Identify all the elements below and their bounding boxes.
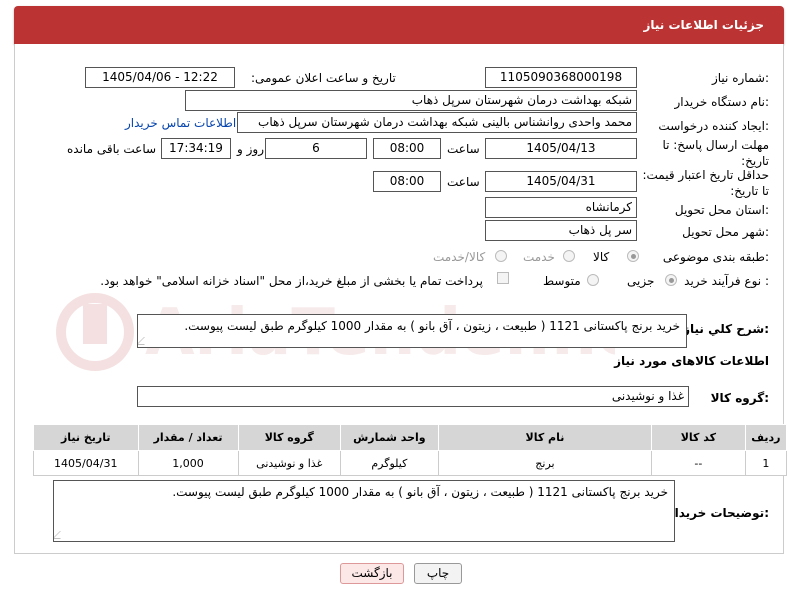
announce-field: 1405/04/06 - 12:22 — [85, 67, 235, 88]
treasury-payment-note: پرداخت تمام یا بخشی از مبلغ خرید،از محل … — [100, 274, 483, 288]
items-table-header: ردیف کد کالا نام کالا واحد شمارش گروه کا… — [33, 424, 788, 451]
goods-group-field: غذا و نوشیدنی — [137, 386, 689, 407]
details-panel: AriaTender.net شماره نیاز: 1105090368000… — [14, 44, 788, 554]
deadline-date-field: 1405/04/13 — [485, 138, 637, 159]
creator-field: محمد واحدی روانشناس بالینی شبکه بهداشت د… — [237, 112, 637, 133]
creator-label: ایجاد کننده درخواست: — [658, 119, 769, 133]
col-code: کد کالا — [651, 424, 746, 451]
city-field: سر پل ذهاب — [485, 220, 637, 241]
resize-grip-icon[interactable] — [138, 337, 152, 345]
remaining-time-word: ساعت باقی مانده — [67, 142, 157, 156]
price-validity-label: حداقل تاریخ اعتبار قیمت: تا تاریخ: — [642, 168, 769, 198]
col-need-date: تاریخ نیاز — [33, 424, 139, 451]
buyer-notes-text: خرید برنج پاکستانی 1121 ( طبیعت ، زیتون … — [172, 485, 668, 499]
process-label: نوع فرآیند خرید : — [684, 274, 769, 288]
price-validity-date-field: 1405/04/31 — [485, 171, 637, 192]
table-row: 1 -- برنج کیلوگرم غذا و نوشیدنی 1,000 14… — [33, 450, 788, 476]
summary-text: خرید برنج پاکستانی 1121 ( طبیعت ، زیتون … — [184, 319, 680, 333]
deadline-time-field: 08:00 — [373, 138, 441, 159]
col-row: ردیف — [744, 424, 788, 451]
col-unit: واحد شمارش — [339, 424, 439, 451]
price-validity-time-field: 08:00 — [373, 171, 441, 192]
col-quantity: تعداد / مقدار — [137, 424, 239, 451]
days-field: 6 — [265, 138, 367, 159]
category-service-label: خدمت — [523, 250, 555, 264]
cell-name: برنج — [437, 450, 653, 476]
buyer-org-label: نام دستگاه خریدار: — [674, 95, 770, 109]
summary-label: شرح كلي نياز: — [683, 322, 769, 336]
cell-need-date: 1405/04/31 — [33, 450, 139, 476]
price-validity-time-word: ساعت — [447, 175, 480, 189]
resize-grip-icon[interactable] — [54, 531, 68, 539]
category-both-radio[interactable] — [495, 250, 507, 262]
buyer-notes-textarea[interactable]: خرید برنج پاکستانی 1121 ( طبیعت ، زیتون … — [53, 480, 675, 542]
announce-label: تاریخ و ساعت اعلان عمومی: — [251, 71, 396, 85]
category-goods-label: کالا — [593, 250, 610, 264]
category-service-radio[interactable] — [563, 250, 575, 262]
cell-quantity: 1,000 — [137, 450, 239, 476]
process-minor-label: جزیی — [627, 274, 655, 288]
items-table: ردیف کد کالا نام کالا واحد شمارش گروه کا… — [33, 424, 788, 476]
days-word: روز و — [237, 142, 264, 156]
city-label: شهر محل تحویل: — [682, 225, 769, 239]
buyer-org-field: شبکه بهداشت درمان شهرستان سرپل ذهاب — [185, 90, 637, 111]
cell-group: غذا و نوشیدنی — [237, 450, 341, 476]
remaining-time-field: 17:34:19 — [161, 138, 231, 159]
col-name: نام کالا — [437, 424, 653, 451]
process-medium-label: متوسط — [543, 274, 581, 288]
category-goods-radio[interactable] — [627, 250, 639, 262]
treasury-payment-checkbox[interactable] — [497, 272, 509, 284]
goods-section-title: اطلاعات کالاهای مورد نیاز — [614, 354, 769, 368]
goods-group-label: گروه کالا: — [710, 391, 769, 405]
col-group: گروه کالا — [237, 424, 341, 451]
category-both-label: کالا/خدمت — [433, 250, 486, 264]
need-number-field: 1105090368000198 — [485, 67, 637, 88]
deadline-time-word: ساعت — [447, 142, 480, 156]
need-number-label: شماره نیاز: — [711, 71, 769, 85]
page-header: جزئیات اطلاعات نیاز — [14, 6, 784, 44]
cell-row: 1 — [744, 450, 788, 476]
province-label: استان محل تحویل: — [674, 203, 769, 217]
buyer-notes-label: توضیحات خریدار: — [667, 506, 769, 520]
process-minor-radio[interactable] — [665, 274, 677, 286]
process-medium-radio[interactable] — [587, 274, 599, 286]
summary-textarea[interactable]: خرید برنج پاکستانی 1121 ( طبیعت ، زیتون … — [137, 314, 687, 348]
cell-unit: کیلوگرم — [339, 450, 439, 476]
category-label: طبقه بندی موضوعی: — [662, 250, 769, 264]
contact-info-link[interactable]: اطلاعات تماس خریدار — [125, 116, 236, 130]
deadline-label: مهلت ارسال پاسخ: تا تاریخ: — [662, 138, 769, 168]
print-button[interactable]: چاپ — [414, 563, 462, 584]
province-field: کرمانشاه — [485, 197, 637, 218]
back-button[interactable]: بازگشت — [340, 563, 404, 584]
page-title: جزئیات اطلاعات نیاز — [643, 18, 764, 32]
cell-code: -- — [651, 450, 746, 476]
